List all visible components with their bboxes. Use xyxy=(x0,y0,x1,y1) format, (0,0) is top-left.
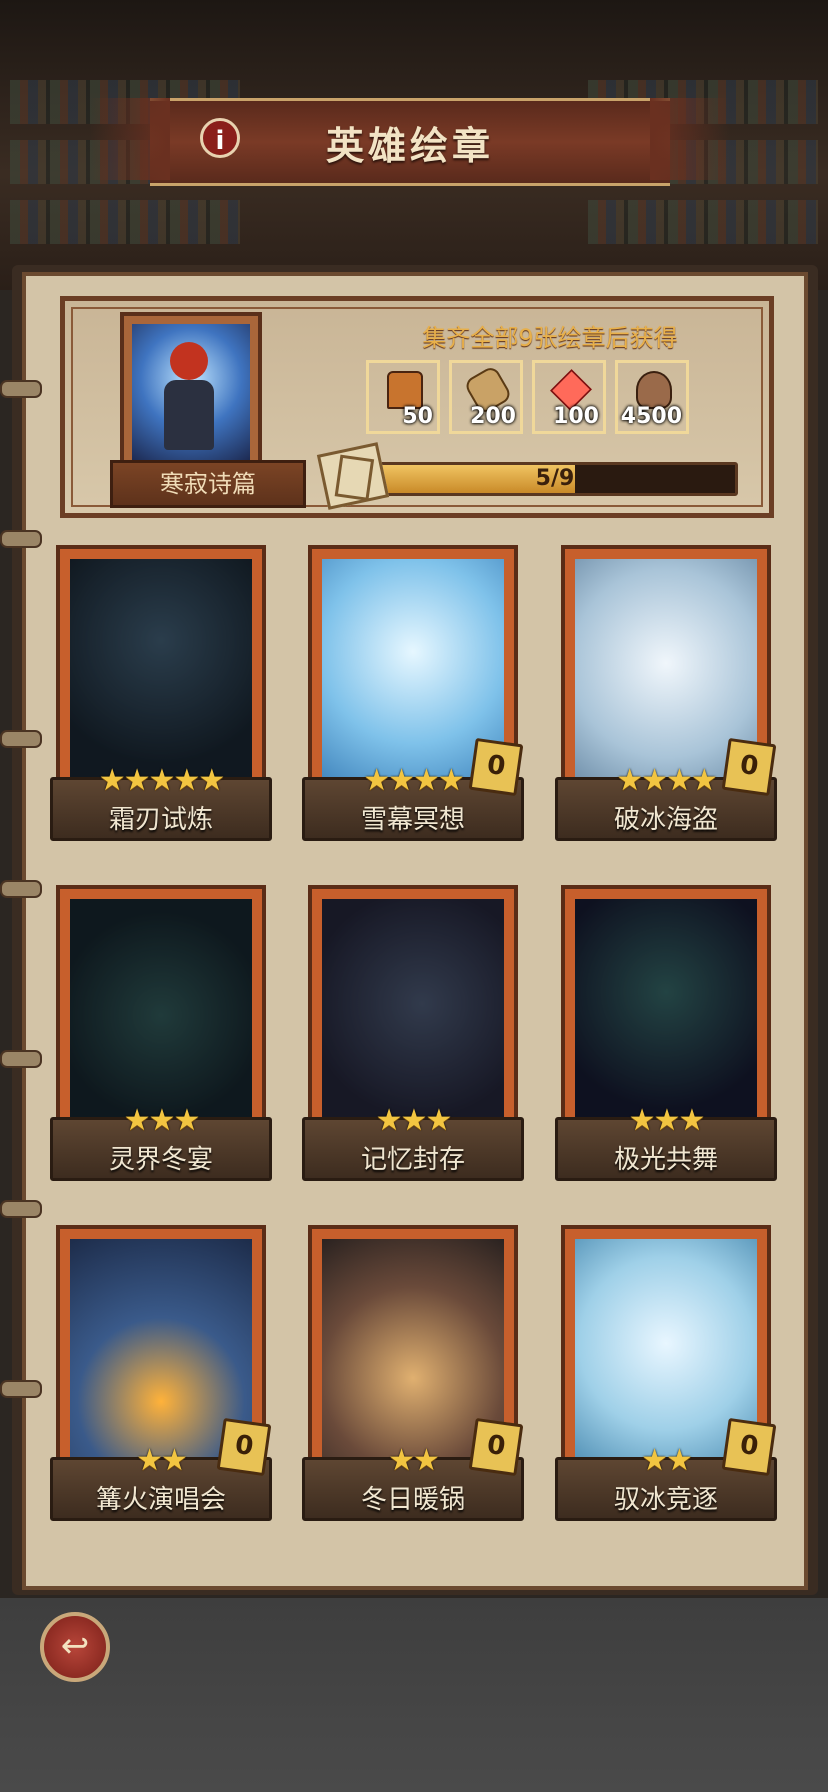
binder-ring xyxy=(0,530,42,548)
info-icon[interactable]: i xyxy=(200,118,240,158)
card-count-badge: 0 xyxy=(468,737,524,797)
bookshelf-decoration xyxy=(588,200,818,244)
card-name: 灵界冬宴 xyxy=(108,1145,213,1175)
card-illustration xyxy=(70,559,252,791)
album-card[interactable]: ★★★ 记忆封存 xyxy=(302,885,524,1203)
binder-ring xyxy=(0,880,42,898)
back-arrow-icon[interactable]: ↩ xyxy=(40,1612,110,1682)
set-name: 寒寂诗篇 xyxy=(110,460,306,508)
reward-amount: 50 xyxy=(402,404,433,429)
album-card[interactable]: ★★★★★ 霜刃试炼 xyxy=(50,545,272,863)
card-count-badge: 0 xyxy=(721,1417,777,1477)
card-illustration xyxy=(70,899,252,1131)
binder-ring xyxy=(0,1200,42,1218)
card-name: 记忆封存 xyxy=(360,1145,465,1175)
card-count-badge: 0 xyxy=(216,1417,272,1477)
card-frame xyxy=(308,885,518,1135)
album-card[interactable]: ★★★ 极光共舞 xyxy=(555,885,777,1203)
binder-ring xyxy=(0,1050,42,1068)
card-count-badge: 0 xyxy=(721,737,777,797)
hero-art xyxy=(132,324,250,460)
card-star-rating: ★★★ xyxy=(375,1103,453,1138)
collection-progress-bar: 5/9 xyxy=(372,462,738,496)
card-name: 破冰海盗 xyxy=(613,805,718,835)
card-star-rating: ★★★ xyxy=(628,1103,706,1138)
card-illustration xyxy=(322,899,504,1131)
card-name: 冬日暖锅 xyxy=(360,1485,465,1515)
bottom-bar xyxy=(0,1598,828,1792)
binder-ring xyxy=(0,730,42,748)
binder-ring xyxy=(0,1380,42,1398)
reward-amount: 100 xyxy=(553,404,599,429)
card-name: 篝火演唱会 xyxy=(95,1485,226,1515)
reward-item-chest[interactable]: 50 xyxy=(366,360,440,434)
album-card[interactable]: ★★ 冬日暖锅 0 xyxy=(302,1225,524,1543)
card-frame xyxy=(561,885,771,1135)
card-count-badge: 0 xyxy=(468,1417,524,1477)
bookshelf-decoration xyxy=(10,200,240,244)
album-card[interactable]: ★★★ 灵界冬宴 xyxy=(50,885,272,1203)
card-name: 极光共舞 xyxy=(613,1145,718,1175)
reward-amount: 200 xyxy=(470,404,516,429)
reward-item-gem[interactable]: 100 xyxy=(532,360,606,434)
card-star-rating: ★★★ xyxy=(123,1103,201,1138)
binder-ring xyxy=(0,380,42,398)
set-hero-portrait[interactable] xyxy=(120,312,262,472)
card-illustration xyxy=(575,899,757,1131)
reward-item-scroll[interactable]: 200 xyxy=(449,360,523,434)
card-name: 雪幕冥想 xyxy=(360,805,465,835)
card-star-rating: ★★★★★ xyxy=(98,763,225,798)
card-frame xyxy=(56,885,266,1135)
card-name: 霜刃试炼 xyxy=(108,805,213,835)
album-card[interactable]: ★★★★ 雪幕冥想 0 xyxy=(302,545,524,863)
card-name: 驭冰竞逐 xyxy=(613,1485,718,1515)
reward-item-ore[interactable]: 4500 xyxy=(615,360,689,434)
reward-hint: 集齐全部9张绘章后获得 xyxy=(422,324,678,352)
album-card[interactable]: ★★★★ 破冰海盗 0 xyxy=(555,545,777,863)
reward-amount: 4500 xyxy=(620,404,682,429)
album-card[interactable]: ★★ 驭冰竞逐 0 xyxy=(555,1225,777,1543)
progress-text: 5/9 xyxy=(535,466,575,491)
album-card[interactable]: ★★ 篝火演唱会 0 xyxy=(50,1225,272,1543)
card-frame xyxy=(56,545,266,795)
